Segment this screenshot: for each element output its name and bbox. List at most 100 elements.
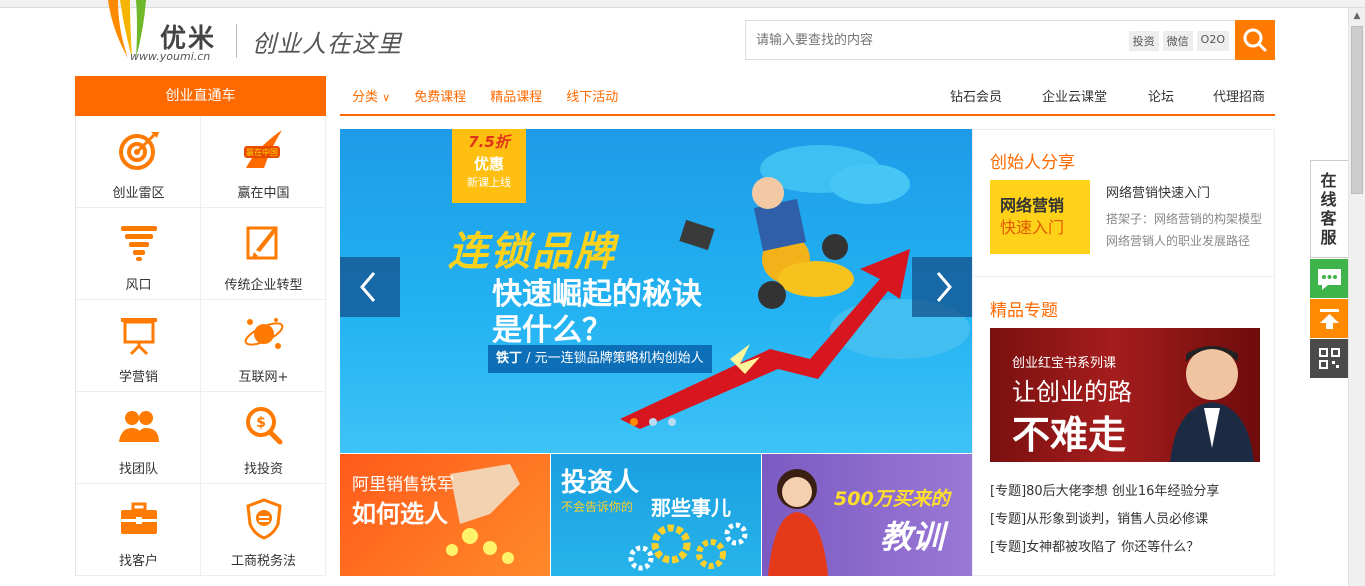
page-scrollbar[interactable]: ▲ — [1348, 8, 1365, 586]
category-item-find-team[interactable]: 找团队 — [76, 392, 201, 484]
scroll-up-arrow-icon[interactable]: ▲ — [1349, 8, 1365, 24]
category-label: 传统企业转型 — [224, 278, 303, 293]
team-icon — [119, 411, 159, 442]
premium-topics-title: 精品专题 — [990, 301, 1058, 321]
badge-title: 优惠 — [473, 155, 504, 173]
promo-tile-investors[interactable]: 投资人 不会告诉你的 那些事儿 — [551, 454, 761, 576]
promo-carousel[interactable]: 7.5折 优惠 新课上线 连锁品牌 快速崛起的秘诀 是什么？ 铁丁 / 元一连锁… — [340, 129, 972, 453]
category-grid: 创业雷区 赢在中国 赢在中国 风口 传统企业转型 学营销 互联网+ 找团队 $ … — [75, 116, 326, 576]
nav-diamond-member[interactable]: 钻石会员 — [950, 86, 1002, 105]
carousel-dot-3[interactable] — [668, 418, 676, 426]
sidebar-title: 创业直通车 — [75, 76, 326, 116]
category-label: 赢在中国 — [237, 186, 290, 201]
category-item-find-customers[interactable]: 找客户 — [76, 484, 201, 576]
carousel-next-button[interactable] — [912, 257, 972, 317]
nav-category-label: 分类 — [352, 90, 379, 105]
nav-offline-events[interactable]: 线下活动 — [566, 86, 618, 105]
nav-agent-recruit[interactable]: 代理招商 — [1213, 86, 1265, 105]
carousel-dots — [630, 418, 676, 426]
banner-speaker: 铁丁 / 元一连锁品牌策略机构创始人 — [488, 345, 712, 373]
speaker-separator: / — [526, 351, 535, 366]
browser-bookmark-bar — [0, 0, 1365, 8]
nav-premium-courses[interactable]: 精品课程 — [490, 86, 542, 105]
badge-discount: 7.5折 — [468, 133, 510, 151]
premium-feature-banner[interactable]: 创业红宝书系列课 让创业的路 不难走 — [990, 328, 1260, 462]
tax-shield-icon — [246, 498, 282, 540]
target-icon — [119, 132, 159, 170]
carousel-dot-1[interactable] — [630, 418, 638, 426]
category-label: 风口 — [125, 278, 152, 293]
online-service-button[interactable]: 在线客服 — [1310, 160, 1349, 258]
category-label: 找投资 — [243, 462, 283, 477]
speaker-title: 元一连锁品牌策略机构创始人 — [534, 351, 704, 366]
tile-line-2: 不会告诉你的 — [561, 500, 634, 514]
category-item-trend[interactable]: 风口 — [76, 208, 201, 300]
category-label: 找团队 — [118, 462, 158, 477]
nav-free-courses[interactable]: 免费课程 — [414, 86, 466, 105]
briefcase-icon — [121, 502, 157, 534]
category-label: 找客户 — [118, 554, 158, 569]
speaker-name: 铁丁 — [496, 351, 523, 366]
floating-service-bar: 在线客服 — [1310, 160, 1349, 379]
carousel-dot-2[interactable] — [649, 418, 657, 426]
promo-tile-lesson[interactable]: 500万买来的 教训 — [762, 454, 972, 576]
scrollbar-thumb[interactable] — [1351, 26, 1363, 194]
money-search-icon: $ — [246, 407, 283, 445]
nav-enterprise-cloud[interactable]: 企业云课堂 — [1042, 86, 1107, 105]
banner-headline-3: 是什么？ — [492, 313, 612, 348]
discount-badge: 7.5折 优惠 新课上线 — [452, 129, 526, 199]
category-label: 工商税务法 — [230, 554, 296, 569]
badge-sub: 新课上线 — [467, 176, 511, 189]
category-item-find-investment[interactable]: $ 找投资 — [201, 392, 326, 484]
carousel-prev-button[interactable] — [340, 257, 400, 317]
qr-code-button[interactable] — [1310, 339, 1349, 378]
category-item-pitfalls[interactable]: 创业雷区 — [76, 116, 201, 208]
category-item-transformation[interactable]: 传统企业转型 — [201, 208, 326, 300]
founder-article-title[interactable]: 网络营销快速入门 — [1106, 182, 1210, 201]
founder-article-sub1: 搭架子：网络营销的构架模型 — [1106, 212, 1263, 226]
nav-category[interactable]: 分类 ∨ — [352, 86, 390, 105]
chevron-right-icon — [936, 272, 952, 302]
nav-underline — [340, 114, 1275, 116]
online-service-label: 在线客服 — [1320, 171, 1337, 247]
chevron-left-icon — [360, 272, 376, 302]
search-box: 投资 微信 O2O — [745, 20, 1235, 60]
main-nav-left: 分类 ∨ 免费课程 精品课程 线下活动 — [352, 86, 618, 105]
chat-button[interactable] — [1310, 259, 1349, 298]
promo-tile-sales[interactable]: 阿里销售铁军 如何选人 — [340, 454, 550, 576]
search-tag-o2o[interactable]: O2O — [1196, 31, 1229, 51]
tile-line-1: 投资人 — [561, 468, 640, 498]
founder-share-title: 创始人分享 — [990, 153, 1075, 173]
feature-series: 创业红宝书系列课 — [1012, 356, 1117, 371]
topic-link-3[interactable]: [专题]女神都被攻陷了 你还等什么？ — [990, 536, 1199, 555]
nav-forum[interactable]: 论坛 — [1148, 86, 1174, 105]
topic-link-2[interactable]: [专题]从形象到谈判，销售人员必修课 — [990, 508, 1208, 527]
tornado-icon — [121, 226, 157, 261]
network-planet-icon — [244, 318, 284, 349]
category-item-marketing[interactable]: 学营销 — [76, 300, 201, 392]
category-item-internet-plus[interactable]: 互联网+ — [201, 300, 326, 392]
topic-link-1[interactable]: [专题]80后大佬李想 创业16年经验分享 — [990, 480, 1219, 499]
feature-line-2: 不难走 — [1012, 413, 1127, 457]
tile-line-3: 那些事儿 — [651, 496, 731, 520]
tile-line-2: 教训 — [880, 518, 945, 556]
search-tag-invest[interactable]: 投资 — [1128, 31, 1159, 51]
search-button[interactable] — [1235, 20, 1275, 60]
search-icon — [1243, 28, 1267, 52]
logo-url: www.youmi.cn — [130, 50, 211, 63]
category-item-tax-law[interactable]: 工商税务法 — [201, 484, 326, 576]
category-item-win-in-china[interactable]: 赢在中国 赢在中国 — [201, 116, 326, 208]
tile-line-2: 如何选人 — [352, 500, 448, 528]
founder-thumb[interactable]: 网络营销 快速入门 — [990, 180, 1090, 254]
back-to-top-button[interactable] — [1310, 299, 1349, 338]
tile-line-1: 500万买来的 — [834, 488, 950, 510]
qr-code-icon — [1319, 348, 1340, 369]
right-divider — [973, 276, 1275, 277]
search-tags: 投资 微信 O2O — [1128, 31, 1229, 51]
search-input[interactable] — [756, 21, 1116, 59]
tile-line-1: 阿里销售铁军 — [352, 475, 454, 495]
chat-bubble-icon — [1318, 269, 1341, 290]
search-tag-wechat[interactable]: 微信 — [1162, 31, 1193, 51]
logo-divider — [236, 24, 237, 58]
arrow-up-icon — [1320, 309, 1339, 329]
